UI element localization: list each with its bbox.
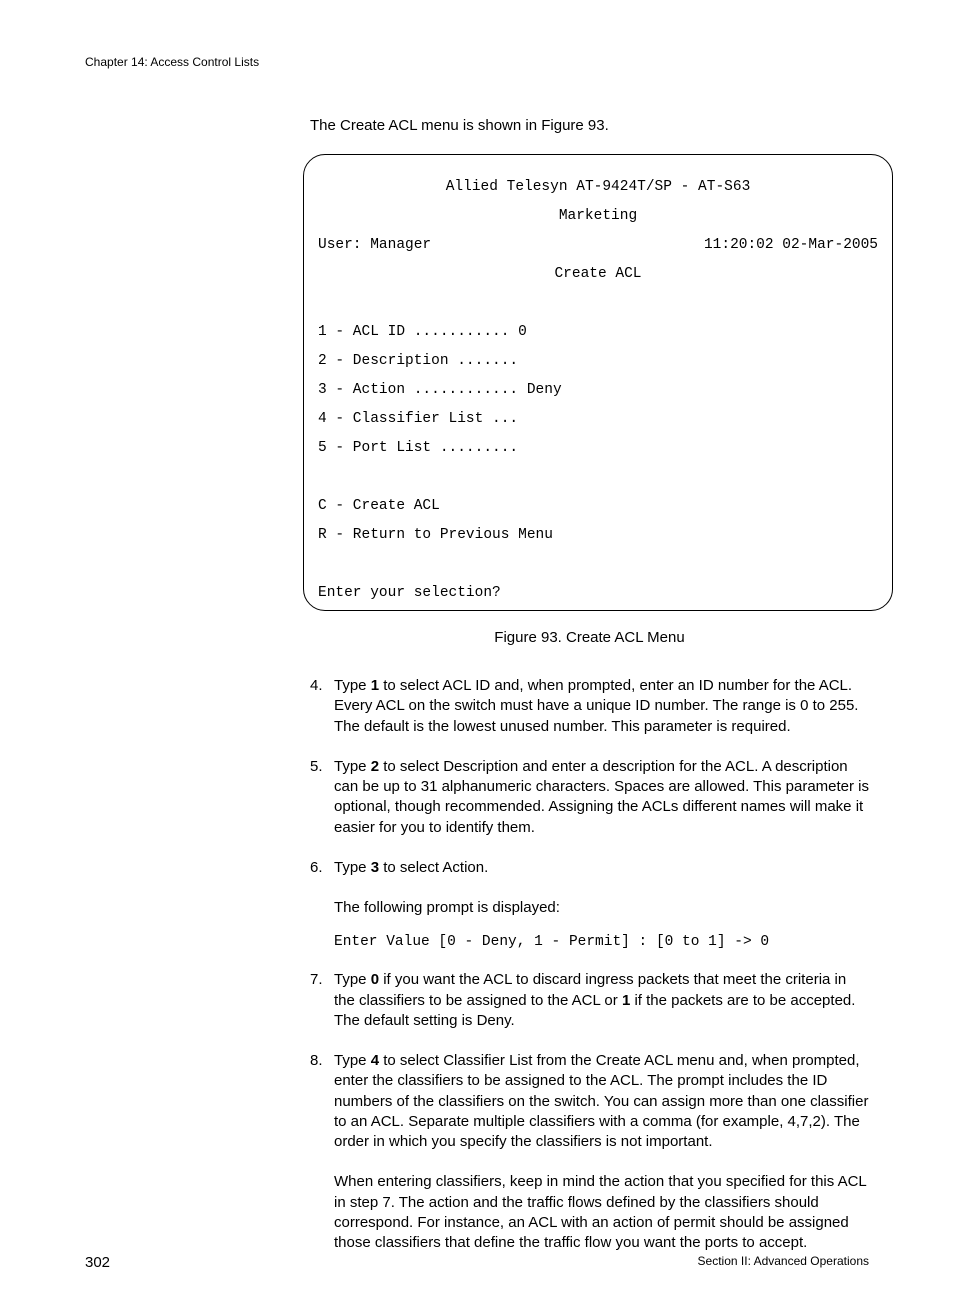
terminal-item: 1 - ACL ID ........... 0 [318, 325, 878, 340]
intro-text: The Create ACL menu is shown in Figure 9… [310, 117, 869, 134]
terminal-prompt: Enter your selection? [318, 586, 878, 601]
step-6: 6. Type 3 to select Action. [310, 858, 869, 878]
terminal-menu-title: Create ACL [318, 267, 878, 282]
terminal-spacer [318, 296, 878, 311]
terminal-title: Allied Telesyn AT-9424T/SP - AT-S63 [318, 180, 878, 195]
terminal-item: 4 - Classifier List ... [318, 412, 878, 427]
step-number: 6. [310, 858, 334, 878]
terminal-menu-box: Allied Telesyn AT-9424T/SP - AT-S63 Mark… [303, 154, 893, 611]
chapter-header: Chapter 14: Access Control Lists [85, 55, 869, 69]
step-number: 7. [310, 970, 334, 1031]
step-7: 7. Type 0 if you want the ACL to discard… [310, 970, 869, 1031]
step-8: 8. Type 4 to select Classifier List from… [310, 1051, 869, 1152]
step-8-para2: When entering classifiers, keep in mind … [334, 1172, 869, 1253]
page-number: 302 [85, 1254, 110, 1271]
step-body: Type 3 to select Action. [334, 858, 869, 878]
figure-caption: Figure 93. Create ACL Menu [310, 629, 869, 646]
terminal-action: R - Return to Previous Menu [318, 528, 878, 543]
terminal-item: 5 - Port List ......... [318, 441, 878, 456]
terminal-item: 2 - Description ....... [318, 354, 878, 369]
step-number: 4. [310, 676, 334, 737]
page-footer: 302 Section II: Advanced Operations [85, 1254, 869, 1271]
step-5: 5. Type 2 to select Description and ente… [310, 757, 869, 838]
terminal-spacer [318, 470, 878, 485]
step-6-prompt-line: Enter Value [0 - Deny, 1 - Permit] : [0 … [334, 934, 869, 950]
step-4: 4. Type 1 to select ACL ID and, when pro… [310, 676, 869, 737]
terminal-user: User: Manager [318, 238, 431, 253]
step-body: Type 4 to select Classifier List from th… [334, 1051, 869, 1152]
terminal-subtitle: Marketing [318, 209, 878, 224]
step-body: Type 1 to select ACL ID and, when prompt… [334, 676, 869, 737]
terminal-spacer [318, 557, 878, 572]
step-number: 8. [310, 1051, 334, 1152]
section-label: Section II: Advanced Operations [698, 1254, 869, 1271]
step-body: Type 2 to select Description and enter a… [334, 757, 869, 838]
step-number: 5. [310, 757, 334, 838]
step-6-follow: The following prompt is displayed: [334, 898, 869, 918]
terminal-item: 3 - Action ............ Deny [318, 383, 878, 398]
terminal-timestamp: 11:20:02 02-Mar-2005 [704, 238, 878, 253]
step-body: Type 0 if you want the ACL to discard in… [334, 970, 869, 1031]
terminal-action: C - Create ACL [318, 499, 878, 514]
